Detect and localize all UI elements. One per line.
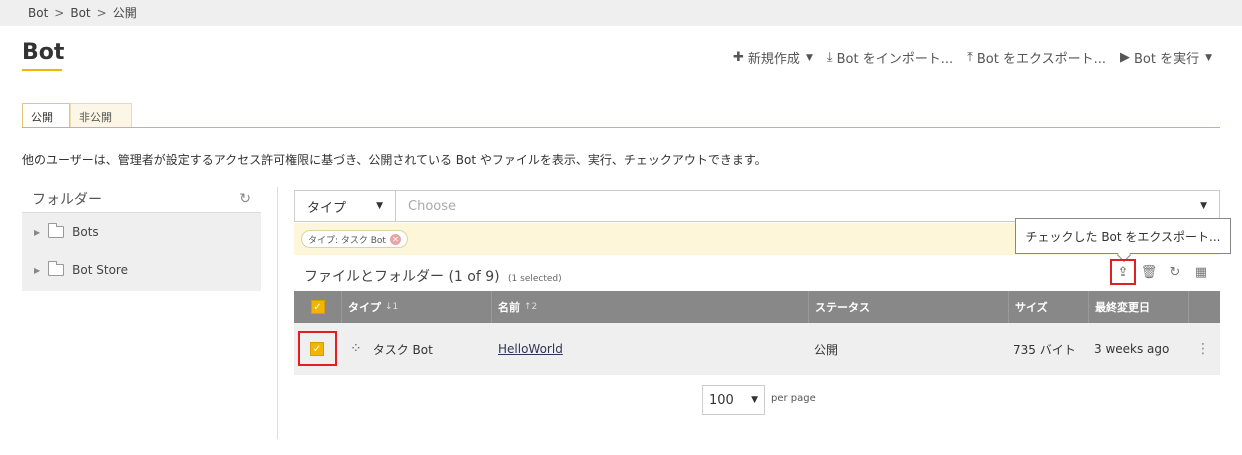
header-select-all[interactable]: ✓ xyxy=(294,291,341,323)
column-size[interactable]: サイズ xyxy=(1008,291,1088,323)
filter-type-select[interactable]: タイプ ▼ xyxy=(295,191,396,221)
new-button[interactable]: ✚ 新規作成 ▼ xyxy=(733,48,813,67)
row-name[interactable]: HelloWorld xyxy=(498,323,563,375)
column-modified[interactable]: 最終変更日 xyxy=(1088,291,1188,323)
folder-label: Bot Store xyxy=(72,263,128,277)
page-title: Bot xyxy=(22,40,65,65)
caret-down-icon: ▼ xyxy=(1205,52,1212,63)
per-page-value: 100 xyxy=(709,392,734,408)
list-count: (1 of 9) xyxy=(448,269,500,285)
refresh-button[interactable]: ↻ xyxy=(1162,259,1188,285)
row-size: 735 バイト xyxy=(1013,342,1076,357)
per-page-label: per page xyxy=(771,393,816,404)
expand-arrow-icon[interactable]: ▶ xyxy=(34,266,40,275)
top-bar: Bot > Bot > 公開 xyxy=(0,0,1242,26)
bot-name-link[interactable]: HelloWorld xyxy=(498,342,563,356)
run-bot-label: Bot を実行 xyxy=(1133,52,1200,67)
filter-placeholder: Choose xyxy=(408,198,456,214)
column-modified-label: 最終変更日 xyxy=(1095,301,1150,314)
row-modified: 3 weeks ago xyxy=(1094,342,1170,356)
caret-down-icon: ▼ xyxy=(751,395,758,405)
breadcrumb-separator: > xyxy=(96,6,107,20)
row-type-label: タスク Bot xyxy=(372,342,433,357)
folder-header: フォルダー ↻ xyxy=(22,185,261,213)
breadcrumb: Bot > Bot > 公開 xyxy=(28,4,137,21)
filter-chip-label: タイプ: タスク Bot xyxy=(308,235,386,246)
row-status: 公開 xyxy=(814,342,839,357)
table-icon: ▦ xyxy=(1194,264,1208,280)
caret-down-icon: ▼ xyxy=(376,201,383,211)
list-title-text: ファイルとフォルダー xyxy=(304,269,444,285)
caret-down-icon: ▼ xyxy=(805,52,813,63)
import-bot-button[interactable]: ⤓ Bot をインポート... xyxy=(827,48,953,67)
column-size-label: サイズ xyxy=(1015,301,1048,314)
table-row[interactable]: ✓ ⁘ タスク Bot HelloWorld 公開 735 バイト 3 week… xyxy=(294,323,1220,375)
select-all-checkbox[interactable]: ✓ xyxy=(310,300,325,314)
filter-chip: タイプ: タスク Bot ✕ xyxy=(301,230,408,248)
task-bot-icon: ⁘ xyxy=(350,341,362,357)
filter-type-label: タイプ xyxy=(307,200,347,216)
folder-panel: フォルダー ↻ ▶ Bots ▶ Bot Store xyxy=(22,185,261,291)
export-tooltip: チェックした Bot をエクスポート... xyxy=(1015,218,1231,254)
folder-icon xyxy=(48,223,65,238)
export-icon: ⤒ xyxy=(967,50,973,65)
delete-button[interactable]: 🗑 xyxy=(1136,259,1162,285)
new-button-label: 新規作成 xyxy=(747,52,800,67)
list-title: ファイルとフォルダー (1 of 9) (1 selected) xyxy=(304,266,562,286)
refresh-icon[interactable]: ↻ xyxy=(239,191,251,207)
column-name-label: 名前 xyxy=(498,301,520,314)
folder-panel-title: フォルダー xyxy=(32,191,102,208)
row-menu[interactable]: ⋮ xyxy=(1196,323,1210,375)
action-bar: ✚ 新規作成 ▼ ⤓ Bot をインポート... ⤒ Bot をエクスポート..… xyxy=(733,48,1212,67)
page-description: 他のユーザーは、管理者が設定するアクセス許可権限に基づき、公開されている Bot… xyxy=(22,153,767,167)
remove-filter-icon[interactable]: ✕ xyxy=(389,233,401,245)
plus-icon: ✚ xyxy=(733,50,744,65)
breadcrumb-item-public: 公開 xyxy=(112,6,137,20)
panel-divider xyxy=(277,187,278,439)
export-icon: ⇪ xyxy=(1117,264,1129,280)
caret-down-icon: ▼ xyxy=(1200,201,1207,211)
row-checkbox-highlight xyxy=(298,331,337,366)
export-bot-button[interactable]: ⤒ Bot をエクスポート... xyxy=(967,48,1106,67)
title-underline xyxy=(22,69,62,71)
tab-public[interactable]: 公開 xyxy=(22,103,70,128)
export-checked-button[interactable]: ⇪ xyxy=(1110,259,1136,285)
run-bot-button[interactable]: ▶ Bot を実行 ▼ xyxy=(1120,48,1212,67)
sort-indicator: ↑2 xyxy=(524,302,538,312)
breadcrumb-item-bot[interactable]: Bot xyxy=(28,6,48,20)
column-type[interactable]: タイプ ↓1 xyxy=(341,291,491,323)
pagination: 100 ▼ per page xyxy=(702,385,816,415)
column-status[interactable]: ステータス xyxy=(808,291,1008,323)
more-options-icon[interactable]: ⋮ xyxy=(1196,341,1210,357)
folder-label: Bots xyxy=(72,225,99,239)
import-icon: ⤓ xyxy=(826,50,833,65)
column-type-label: タイプ xyxy=(348,301,381,314)
export-bot-label: Bot をエクスポート... xyxy=(976,52,1106,67)
table-header: ✓ タイプ ↓1 名前 ↑2 ステータス サイズ 最終変更日 xyxy=(294,291,1220,323)
import-bot-label: Bot をインポート... xyxy=(836,52,954,67)
tab-private[interactable]: 非公開 xyxy=(70,103,132,128)
breadcrumb-item-bot-folder[interactable]: Bot xyxy=(70,6,90,20)
play-icon: ▶ xyxy=(1119,50,1130,65)
trash-icon: 🗑 xyxy=(1140,264,1158,280)
refresh-icon: ↻ xyxy=(1169,264,1181,280)
folder-icon xyxy=(48,261,65,276)
filter-value-select[interactable]: Choose ▼ xyxy=(396,191,1219,221)
tabs-divider xyxy=(22,127,1220,128)
folder-item-bot-store[interactable]: ▶ Bot Store xyxy=(22,251,261,289)
sort-indicator: ↓1 xyxy=(385,302,399,312)
column-settings-button[interactable]: ▦ xyxy=(1188,259,1214,285)
column-actions xyxy=(1188,291,1220,323)
breadcrumb-separator: > xyxy=(54,6,65,20)
selected-count: (1 selected) xyxy=(508,274,562,284)
folder-item-bots[interactable]: ▶ Bots xyxy=(22,213,261,251)
column-status-label: ステータス xyxy=(815,301,870,314)
list-toolbar: ⇪ 🗑 ↻ ▦ xyxy=(1110,259,1214,285)
expand-arrow-icon[interactable]: ▶ xyxy=(34,228,40,237)
row-type: ⁘ タスク Bot xyxy=(350,323,433,375)
column-name[interactable]: 名前 ↑2 xyxy=(491,291,808,323)
per-page-select[interactable]: 100 ▼ xyxy=(702,385,765,415)
